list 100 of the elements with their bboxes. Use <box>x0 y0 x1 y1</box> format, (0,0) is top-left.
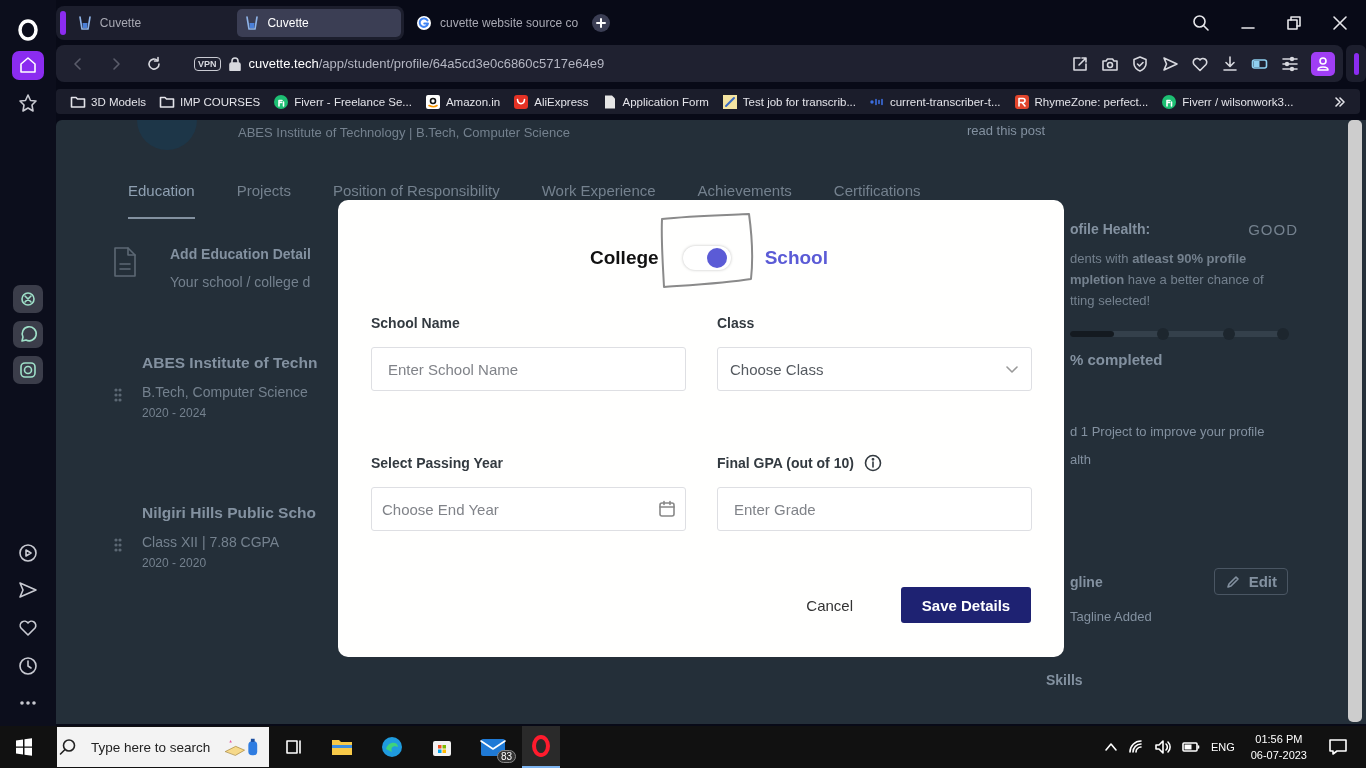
opera-taskbar-button[interactable] <box>522 726 560 768</box>
google-icon <box>416 15 432 31</box>
plus-icon <box>596 18 607 28</box>
year-picker-field[interactable]: Choose End Year <box>371 487 686 531</box>
section-tab[interactable]: Education <box>128 182 195 219</box>
vpn-badge[interactable]: VPN <box>194 56 221 71</box>
bookmark-item[interactable]: current-transcriber-t... <box>868 93 1001 110</box>
speaker-icon[interactable] <box>1153 739 1172 755</box>
fiverr-badge-icon <box>1161 93 1178 110</box>
scrollbar[interactable] <box>1348 120 1362 722</box>
chevrons-icon[interactable] <box>1334 95 1346 108</box>
download-icon[interactable] <box>1221 54 1239 73</box>
opera-logo-icon[interactable] <box>17 18 39 41</box>
bookmark-item[interactable]: RhymeZone: perfect... <box>1013 93 1149 110</box>
suggestion-text: d 1 Project to improve your profile alth <box>1069 423 1266 469</box>
text-input-field[interactable]: Enter Grade <box>717 487 1032 531</box>
pencil-icon <box>1224 573 1241 590</box>
text-input-field[interactable]: Enter School Name <box>371 347 686 391</box>
class-dropdown[interactable]: Choose Class <box>717 347 1032 391</box>
completion-text: % completed <box>1069 351 1164 368</box>
toggle-label: School <box>764 247 828 269</box>
profile-button[interactable] <box>1311 51 1335 76</box>
info-icon[interactable] <box>863 454 882 472</box>
pen-paper-icon <box>721 93 738 110</box>
health-tip-text: dents with atleast 90% profile mpletion have a better chance of tting selected! <box>1069 250 1265 310</box>
r-badge-icon <box>1013 93 1030 110</box>
send-icon[interactable] <box>1161 54 1179 73</box>
tagline-title: gline <box>1070 573 1103 590</box>
close-icon[interactable] <box>1332 15 1348 31</box>
bookmark-item[interactable]: Fiverr - Freelance Se... <box>273 93 412 110</box>
notification-icon[interactable] <box>1328 737 1348 757</box>
edit-button[interactable]: Edit <box>1213 568 1288 595</box>
unread-count-badge: 83 <box>496 750 516 763</box>
heart-icon[interactable] <box>17 617 39 639</box>
bookmark-item[interactable]: Fiverr / wilsonwork3... <box>1161 93 1294 110</box>
tab-group-marker <box>60 11 66 35</box>
address-field[interactable]: cuvette.tech/app/student/profile/64a5cd3e0c6860c5717e64e9 <box>248 56 605 71</box>
field-label: Final GPA (out of 10) <box>717 455 854 471</box>
institution-name: ABES Institute of Techn <box>142 354 318 372</box>
ring-logo-icon <box>530 735 552 757</box>
year-range: 2020 - 2020 <box>142 556 208 570</box>
save-button[interactable]: Save Details <box>901 587 1031 623</box>
bookmark-item[interactable]: 3D Models <box>70 93 146 110</box>
toggle-switch[interactable] <box>682 246 731 270</box>
bookmark-item[interactable]: Test job for transcrib... <box>721 93 856 110</box>
restore-icon[interactable] <box>1286 15 1302 31</box>
degree-text: Class XII | 7.88 CGPA <box>142 534 281 550</box>
field-label: Select Passing Year <box>371 455 504 471</box>
section-subtitle: Your school / college d <box>170 274 311 290</box>
shop-bag-icon <box>513 93 530 110</box>
clock-time[interactable]: 01:56 PM <box>1255 731 1303 747</box>
language-indicator[interactable]: ENG <box>1210 741 1235 753</box>
battery-icon[interactable] <box>1181 741 1200 753</box>
skills-title: Skills <box>1046 672 1084 688</box>
task-view-icon[interactable] <box>284 737 304 757</box>
sliders-icon[interactable] <box>1281 54 1299 73</box>
tagline-status-text: Tagline Added <box>1069 609 1153 624</box>
browser-wave-icon[interactable] <box>380 735 404 759</box>
search-icon[interactable] <box>1192 14 1210 32</box>
browser-tab[interactable]: Cuvette <box>69 9 234 37</box>
browser-tab[interactable]: cuvette website source co <box>404 9 587 37</box>
wifi-icon[interactable] <box>1127 739 1144 755</box>
amazon-badge-icon <box>424 93 441 110</box>
new-tab-button[interactable] <box>592 14 611 32</box>
degree-text: B.Tech, Computer Science <box>142 384 309 400</box>
cancel-button[interactable]: Cancel <box>806 596 853 614</box>
browser-tab[interactable]: Cuvette <box>237 9 401 37</box>
drag-handle-icon <box>114 387 122 403</box>
bookmark-item[interactable]: IMP COURSES <box>158 93 261 110</box>
lock-icon <box>228 56 241 71</box>
post-link[interactable]: read this post <box>966 123 1045 138</box>
calendar-icon[interactable] <box>658 500 676 518</box>
bookmark-item[interactable]: AliExpress <box>513 93 589 110</box>
field-label: School Name <box>371 315 460 331</box>
health-label: ofile Health: <box>1070 221 1151 238</box>
cup-icon <box>245 15 260 31</box>
toggle-label: College <box>590 247 659 269</box>
panel-handle[interactable] <box>1353 52 1359 75</box>
document-icon <box>112 246 138 278</box>
player-icon[interactable] <box>17 541 39 564</box>
reload-icon[interactable] <box>146 55 162 72</box>
taskbar-search-field[interactable]: Type here to search <box>57 727 269 767</box>
year-range: 2020 - 2024 <box>142 406 208 420</box>
windows-start-icon[interactable] <box>15 738 33 756</box>
field-label: Class <box>717 315 755 331</box>
health-rating: GOOD <box>1248 221 1298 238</box>
fiverr-badge-icon <box>273 93 290 110</box>
share-icon[interactable] <box>1071 54 1089 73</box>
institution-name: Nilgiri Hills Public Scho <box>142 504 316 522</box>
bookmark-item[interactable]: Amazon.in <box>424 93 501 110</box>
clock-date[interactable]: 06-07-2023 <box>1250 747 1307 763</box>
history-icon[interactable] <box>17 654 39 677</box>
profile-subtitle: ABES Institute of Technology | B.Tech, Computer Science <box>238 125 570 140</box>
chevron-up-icon[interactable] <box>1103 740 1118 754</box>
bookmarks-icon[interactable] <box>17 91 39 114</box>
person-icon <box>1315 55 1331 72</box>
bookmark-item[interactable]: Application Form <box>601 93 709 110</box>
section-title: Add Education Detail <box>170 246 311 262</box>
shield-icon[interactable] <box>1131 54 1149 73</box>
cup-icon <box>77 15 92 31</box>
